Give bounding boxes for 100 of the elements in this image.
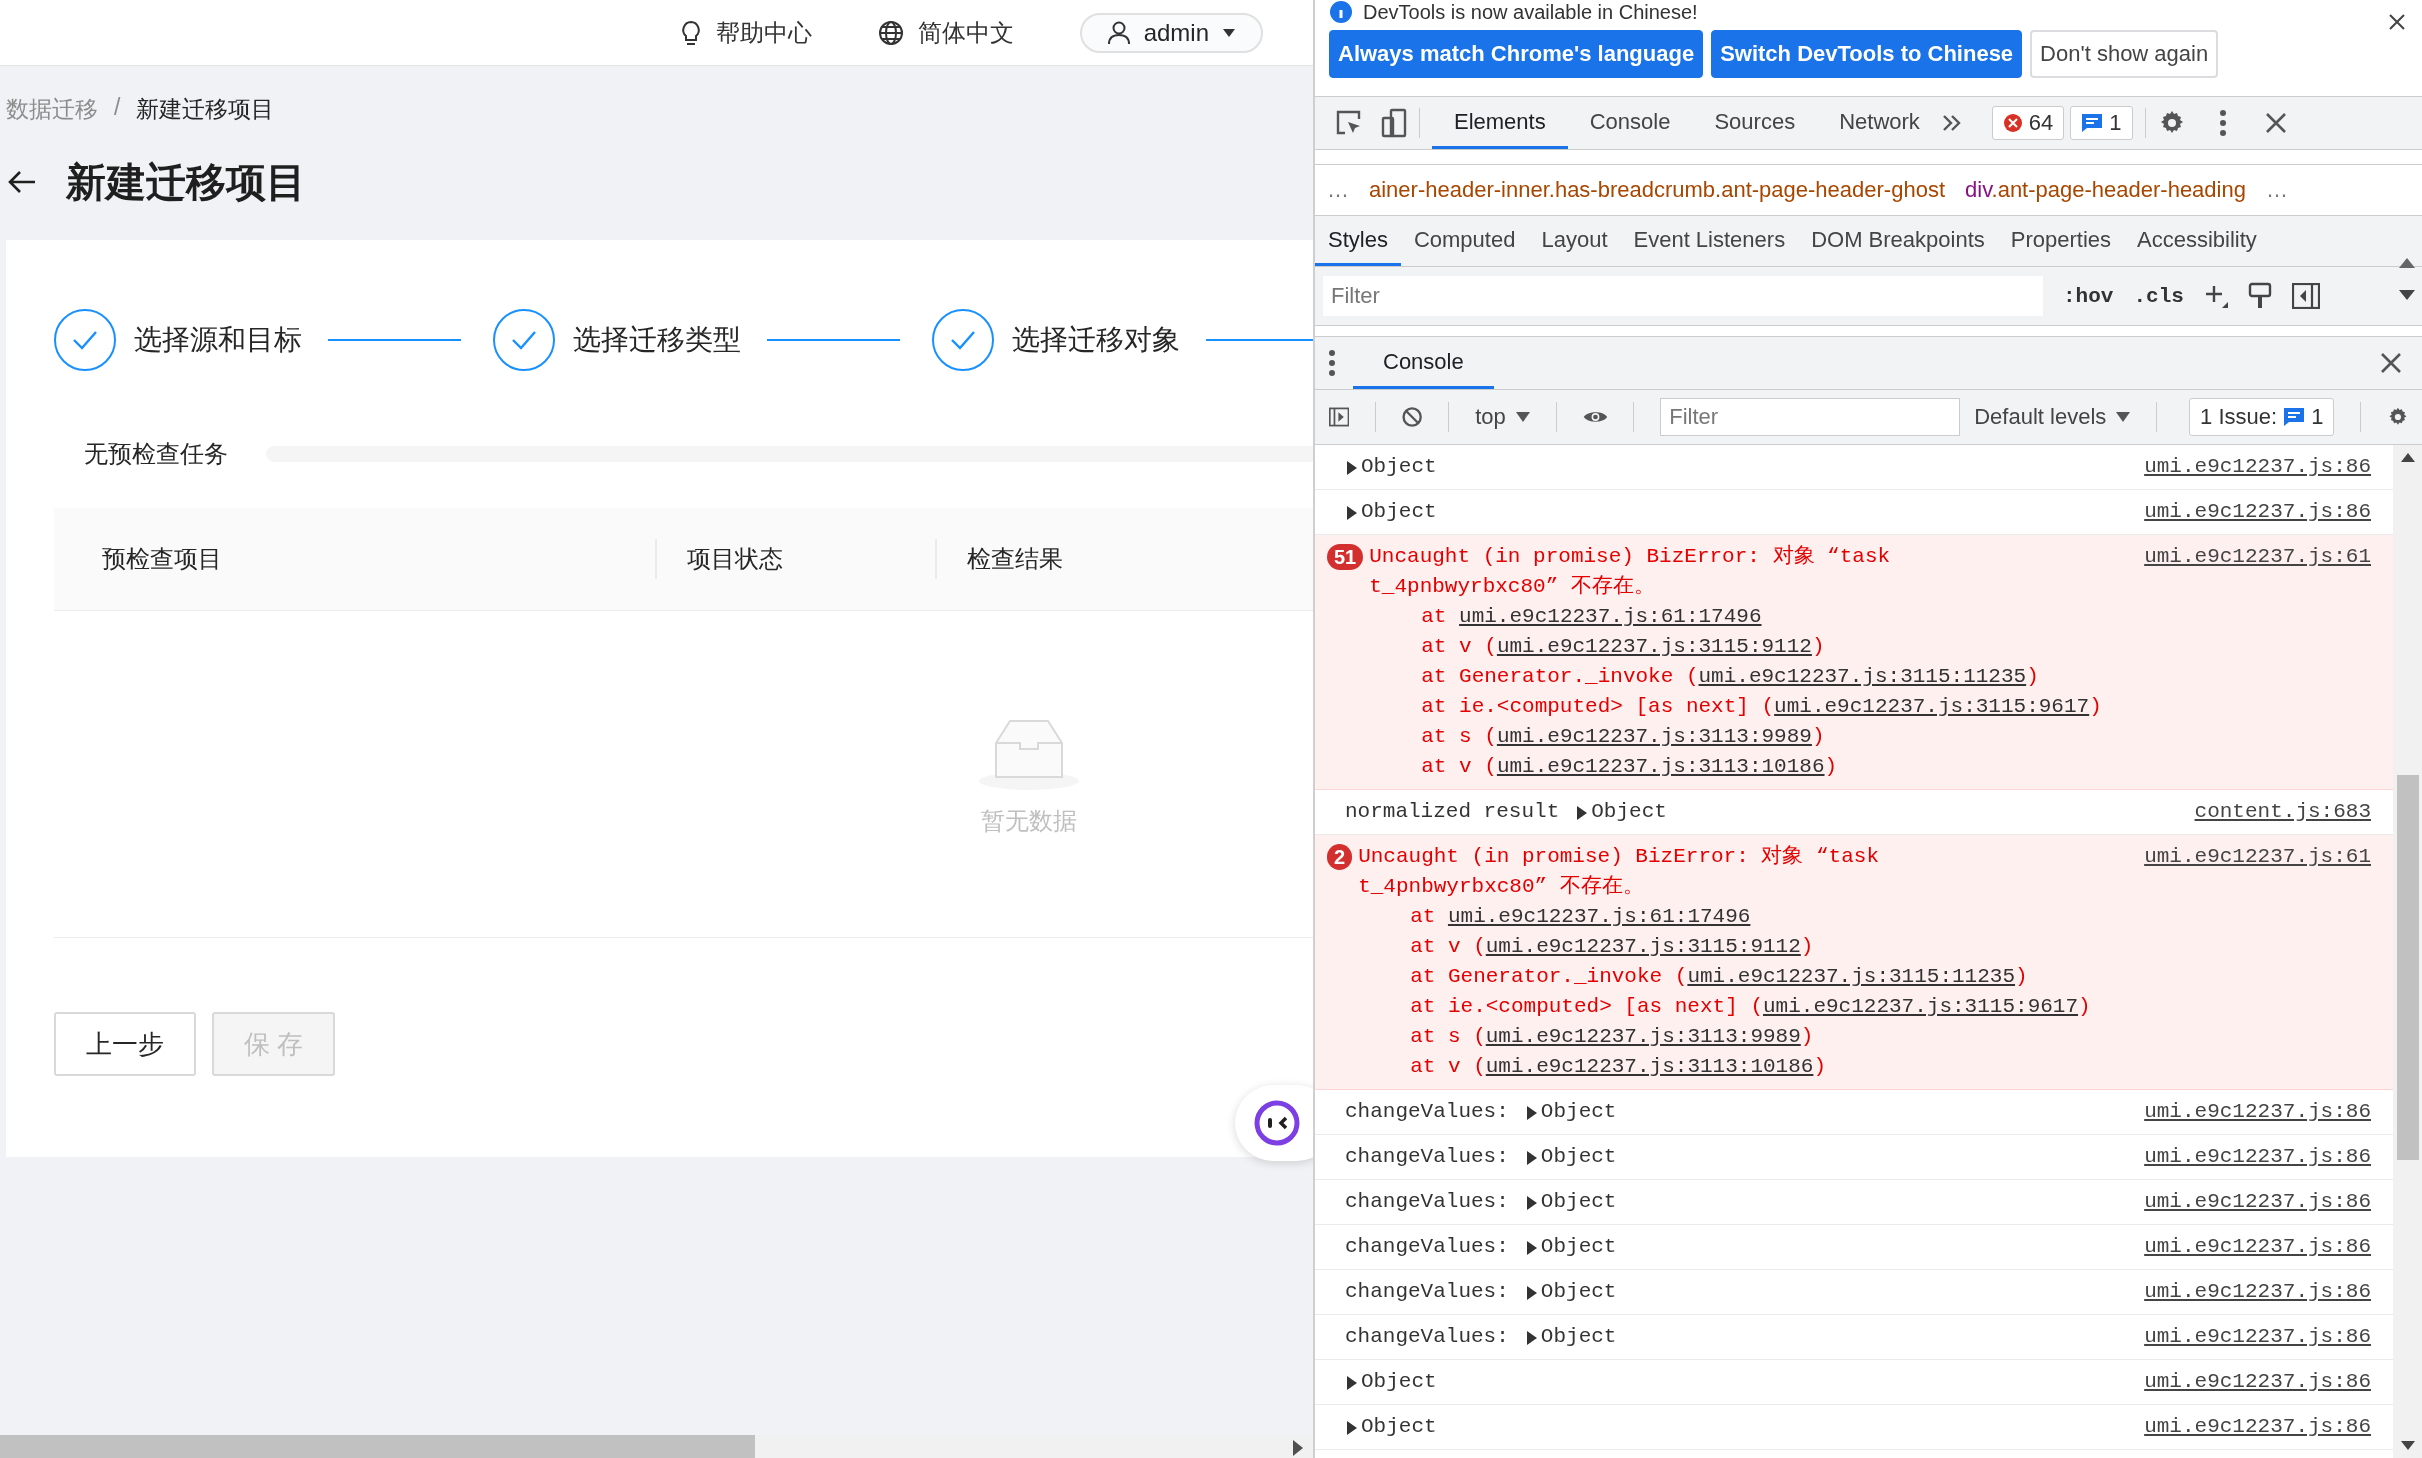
expand-triangle-icon — [1347, 461, 1357, 475]
source-link[interactable]: umi.e9c12237.js:86 — [2144, 1097, 2371, 1127]
sidebar-tab[interactable]: Event Listeners — [1620, 216, 1799, 266]
error-message: Uncaught (in promise) BizError: 对象 “task t_4pnbwyrbxc80” 不存在。 — [1358, 843, 1880, 900]
infobar-button[interactable]: Switch DevTools to Chinese — [1711, 30, 2023, 78]
breadcrumb-overflow[interactable]: … — [1327, 177, 1349, 203]
object-toggle[interactable]: Object — [1526, 1097, 1617, 1127]
drawer-menu-icon[interactable] — [1329, 350, 1335, 376]
hover-state-toggle[interactable]: :hov — [2063, 284, 2114, 308]
inspect-icon[interactable] — [1335, 109, 1363, 137]
object-toggle[interactable]: Object — [1347, 497, 1437, 527]
stack-link[interactable]: umi.e9c12237.js:3115:9112 — [1485, 935, 1801, 958]
step-label: 选择源和目标 — [134, 323, 302, 357]
stack-link[interactable]: umi.e9c12237.js:61:17496 — [1447, 905, 1751, 928]
stack-link[interactable]: umi.e9c12237.js:3115:11235 — [1698, 665, 2027, 688]
log-levels-dropdown[interactable]: Default levels — [1974, 404, 2131, 430]
panel-tab[interactable]: Sources — [1692, 97, 1818, 149]
source-link[interactable]: umi.e9c12237.js:61 — [2144, 842, 2371, 872]
source-link[interactable]: umi.e9c12237.js:86 — [2144, 1277, 2371, 1307]
user-icon — [1107, 20, 1130, 45]
more-options-icon[interactable] — [2219, 110, 2226, 136]
panel-tab[interactable]: Network — [1817, 97, 1942, 149]
source-link[interactable]: umi.e9c12237.js:86 — [2144, 1232, 2371, 1262]
more-tabs-icon[interactable] — [1941, 114, 1962, 132]
source-link[interactable]: umi.e9c12237.js:86 — [2144, 497, 2371, 527]
object-toggle[interactable]: Object — [1347, 452, 1437, 482]
close-icon[interactable] — [2265, 113, 2286, 133]
sidebar-toggle-icon[interactable] — [2291, 283, 2320, 309]
dom-breadcrumb[interactable]: div.ant-page-header-heading — [1965, 177, 2246, 203]
sidebar-tab[interactable]: Accessibility — [2124, 216, 2270, 266]
stack-frame: at v (umi.e9c12237.js:3115:9112) — [1421, 632, 1825, 662]
infobar-button[interactable]: Always match Chrome's language — [1329, 30, 1704, 78]
infobar-button[interactable]: Don't show again — [2030, 30, 2219, 78]
object-toggle[interactable]: Object — [1526, 1232, 1617, 1262]
object-toggle[interactable]: Object — [1577, 797, 1667, 827]
help-center-link[interactable]: 帮助中心 — [679, 16, 812, 49]
class-toggle[interactable]: .cls — [2133, 284, 2184, 308]
expand-triangle-icon — [1526, 1286, 1537, 1300]
source-link[interactable]: umi.e9c12237.js:86 — [2144, 1367, 2371, 1397]
message-counter[interactable]: 1 — [2070, 106, 2133, 140]
previous-step-button[interactable]: 上一步 — [54, 1012, 196, 1076]
source-link[interactable]: umi.e9c12237.js:86 — [2144, 1187, 2371, 1217]
stack-link[interactable]: umi.e9c12237.js:3113:10186 — [1485, 1055, 1814, 1078]
dom-breadcrumb[interactable]: ainer-header-inner.has-breadcrumb.ant-page-header-ghost — [1369, 177, 1946, 203]
device-toolbar-icon[interactable] — [1381, 108, 1407, 138]
stack-link[interactable]: umi.e9c12237.js:3113:10186 — [1496, 755, 1825, 778]
scroll-down-icon[interactable] — [2401, 1441, 2415, 1450]
issues-counter[interactable]: 1 Issue: 1 — [2189, 398, 2335, 436]
panel-tab[interactable]: Console — [1567, 97, 1693, 149]
source-link[interactable]: umi.e9c12237.js:86 — [2144, 452, 2371, 482]
object-toggle[interactable]: Object — [1526, 1277, 1617, 1307]
source-link[interactable]: content.js:683 — [2194, 797, 2371, 827]
source-link[interactable]: umi.e9c12237.js:86 — [2144, 1412, 2371, 1442]
object-toggle[interactable]: Object — [1526, 1187, 1617, 1217]
assistant-bubble[interactable] — [1235, 1085, 1313, 1161]
scroll-down-icon[interactable] — [2399, 290, 2415, 300]
source-link[interactable]: umi.e9c12237.js:61 — [2144, 542, 2371, 572]
plus-icon[interactable] — [2203, 284, 2228, 308]
stack-link[interactable]: umi.e9c12237.js:3115:9112 — [1496, 635, 1812, 658]
context-dropdown[interactable]: top — [1475, 404, 1530, 430]
console-filter-field[interactable]: Filter — [1660, 398, 1961, 436]
object-toggle[interactable]: Object — [1347, 1412, 1437, 1442]
breadcrumb-separator: / — [114, 94, 121, 122]
scroll-up-icon[interactable] — [2401, 453, 2415, 462]
log-label: changeValues: — [1345, 1189, 1509, 1215]
styles-filter-field[interactable]: Filter — [1323, 276, 2043, 316]
sidebar-tab[interactable]: DOM Breakpoints — [1798, 216, 1998, 266]
sidebar-tab[interactable]: Layout — [1528, 216, 1621, 266]
stack-frame: at umi.e9c12237.js:61:17496 — [1421, 602, 1762, 632]
stack-link[interactable]: umi.e9c12237.js:61:17496 — [1459, 605, 1762, 628]
clear-console-icon[interactable] — [1402, 404, 1423, 430]
object-toggle[interactable]: Object — [1526, 1322, 1617, 1352]
object-toggle[interactable]: Object — [1347, 1367, 1437, 1397]
log-label: changeValues: — [1345, 1099, 1509, 1125]
error-counter[interactable]: 64 — [1991, 106, 2065, 140]
object-toggle[interactable]: Object — [1526, 1142, 1617, 1172]
expand-triangle-icon — [1526, 1331, 1537, 1345]
stack-link[interactable]: umi.e9c12237.js:3115:9617 — [1763, 995, 2079, 1018]
console-scrollbar[interactable] — [2393, 445, 2422, 1458]
user-menu[interactable]: admin — [1079, 12, 1263, 53]
page-title: 新建迁移项目 — [66, 158, 306, 206]
horizontal-scrollbar[interactable] — [0, 1435, 1313, 1458]
sidebar-tab[interactable]: Properties — [1997, 216, 2125, 266]
source-link[interactable]: umi.e9c12237.js:86 — [2144, 1322, 2371, 1352]
sidebar-tab[interactable]: Computed — [1400, 216, 1529, 266]
sidebar-icon[interactable] — [1329, 405, 1350, 429]
scroll-right-icon[interactable] — [1293, 1440, 1303, 1456]
back-arrow-icon[interactable] — [8, 170, 36, 194]
close-icon[interactable] — [2389, 14, 2405, 30]
stack-link[interactable]: umi.e9c12237.js:3115:11235 — [1687, 965, 2016, 988]
message-icon — [2081, 113, 2104, 133]
source-link[interactable]: umi.e9c12237.js:86 — [2144, 1142, 2371, 1172]
breadcrumb-overflow[interactable]: … — [2265, 177, 2288, 203]
stack-link[interactable]: umi.e9c12237.js:3115:9617 — [1774, 695, 2090, 718]
stack-link[interactable]: umi.e9c12237.js:3113:9989 — [1496, 725, 1812, 748]
paint-roller-icon[interactable] — [2247, 282, 2272, 310]
stack-link[interactable]: umi.e9c12237.js:3113:9989 — [1485, 1025, 1801, 1048]
language-selector[interactable]: 简体中文 — [877, 16, 1014, 49]
expand-triangle-icon — [1526, 1196, 1537, 1210]
close-icon[interactable] — [2381, 353, 2401, 373]
